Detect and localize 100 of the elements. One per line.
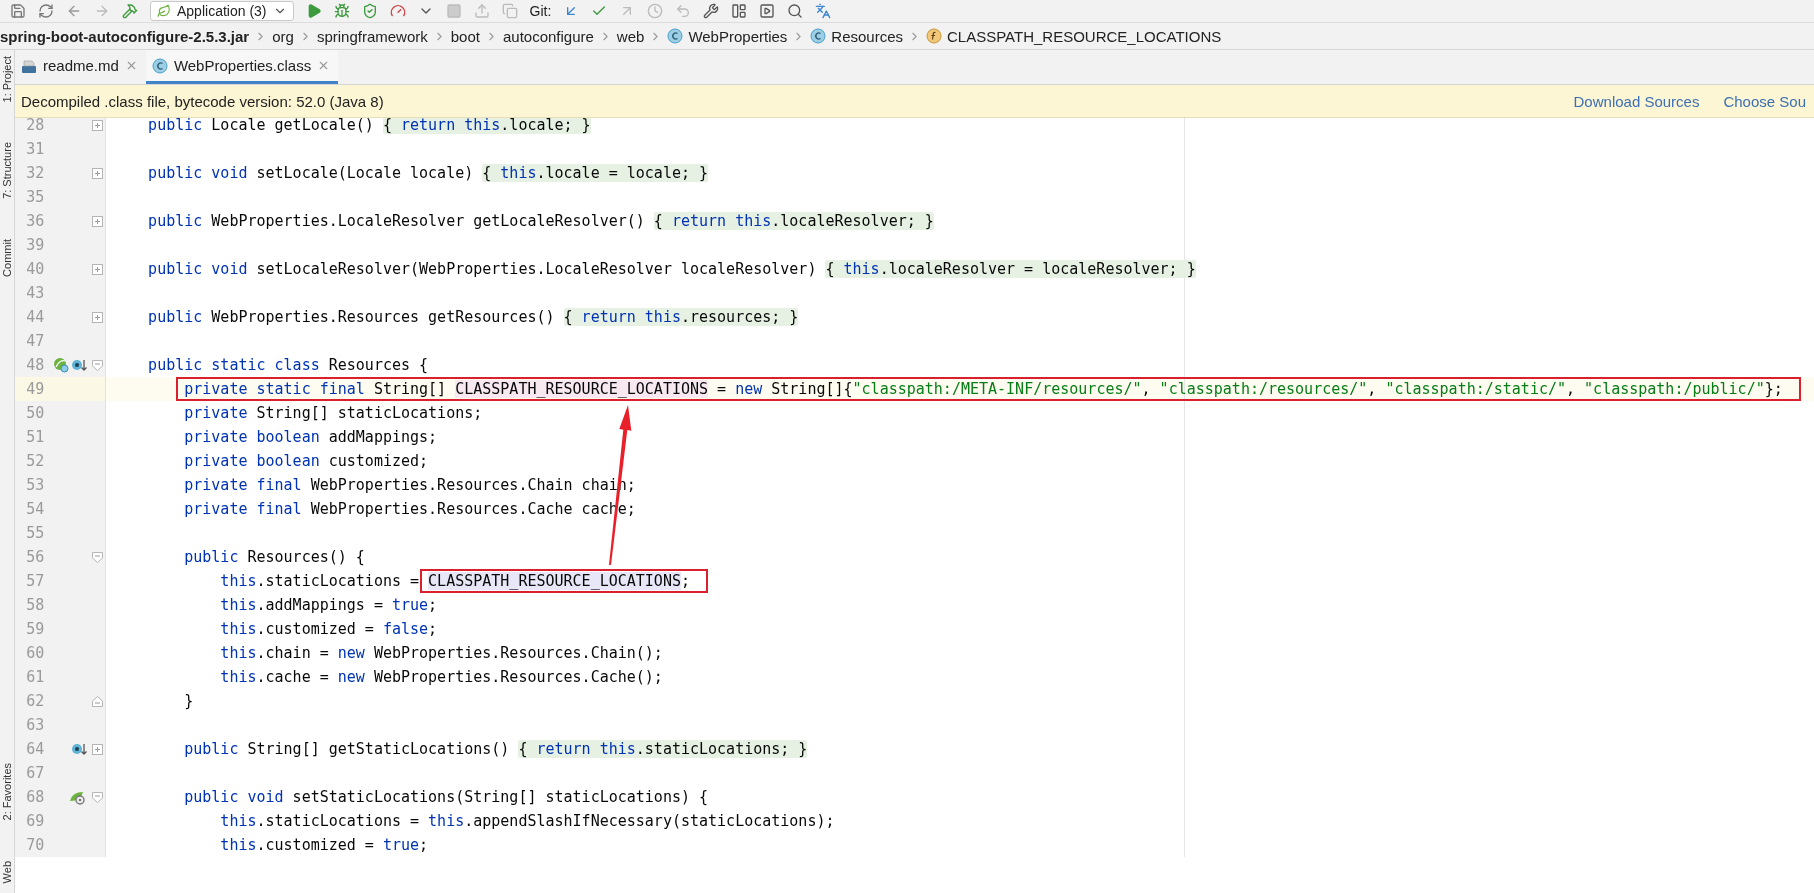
line-number: 68 — [25, 788, 45, 806]
tool-window-tab[interactable]: 7: Structure — [1, 142, 13, 200]
line-number: 48 — [25, 356, 45, 374]
history-icon[interactable] — [647, 3, 664, 19]
code-text: this.staticLocations = — [219, 572, 421, 590]
rollback-icon[interactable] — [675, 3, 692, 19]
code-text: public void setLocale(Locale locale) { this.locale = locale; } — [147, 164, 709, 182]
file-tab[interactable]: readme.md — [15, 50, 146, 84]
code-text: public static class Resources { — [147, 356, 429, 374]
code-text: this.chain = new WebProperties.Resources.Chain(); — [219, 644, 663, 662]
line-number: 43 — [25, 284, 45, 302]
line-number: 28 — [25, 116, 45, 134]
line-number: 52 — [25, 452, 45, 470]
run-configuration-dropdown[interactable]: Application (3) — [150, 1, 294, 21]
banner-link[interactable]: Download Sources — [1573, 92, 1700, 110]
line-number: 60 — [25, 644, 45, 662]
line-number: 40 — [25, 260, 45, 278]
line-number: 44 — [25, 308, 45, 326]
tool-window-tab[interactable]: 1: Project — [1, 56, 13, 103]
wrench-icon[interactable] — [703, 3, 720, 19]
back-arrow-icon[interactable] — [66, 3, 82, 19]
code-text: private boolean customized; — [183, 452, 429, 470]
code-text: public String[] getStaticLocations() { return this.staticLocations; } — [183, 740, 808, 758]
fold-end-icon[interactable] — [91, 695, 103, 707]
line-number: 56 — [25, 548, 45, 566]
expand-icon[interactable] — [91, 167, 103, 179]
hammer-icon[interactable] — [122, 3, 138, 19]
breadcrumb-item[interactable]: WebProperties — [667, 27, 788, 45]
line-number: 54 — [25, 500, 45, 518]
copy-icon[interactable] — [501, 3, 518, 19]
breadcrumb-item[interactable]: springframework — [316, 27, 428, 45]
line-number: 69 — [25, 812, 45, 830]
search-icon[interactable] — [787, 3, 804, 19]
expand-icon[interactable] — [91, 743, 103, 755]
line-number: 35 — [25, 188, 45, 206]
line-number: 39 — [25, 236, 45, 254]
save-icon[interactable] — [10, 3, 26, 19]
code-text: private boolean addMappings; — [183, 428, 438, 446]
line-number: 36 — [25, 212, 45, 230]
line-number: 58 — [25, 596, 45, 614]
code-text: private String[] staticLocations; — [183, 404, 483, 422]
translate-icon[interactable] — [815, 3, 832, 19]
stop-icon[interactable] — [445, 3, 462, 19]
override-icon[interactable] — [71, 357, 88, 373]
code-text: public WebProperties.Resources getResources() { return this.resources; } — [147, 308, 799, 326]
breadcrumb-item[interactable]: Resources — [810, 27, 904, 45]
collapse-icon[interactable] — [91, 551, 103, 563]
line-number: 32 — [25, 164, 45, 182]
git-label: Git: — [529, 3, 552, 19]
code-text: public void setStaticLocations(String[] staticLocations) { — [183, 788, 709, 806]
line-number: 64 — [25, 740, 45, 758]
layout-icon[interactable] — [731, 3, 748, 19]
collapse-icon[interactable] — [91, 359, 103, 371]
code-text: this.staticLocations = this.appendSlashIfNecessary(staticLocations); — [219, 812, 835, 830]
profiler-icon[interactable] — [389, 3, 406, 19]
tool-window-tab[interactable]: Web — [1, 860, 13, 883]
line-number: 67 — [25, 764, 45, 782]
breadcrumb-item[interactable]: boot — [450, 27, 480, 45]
breadcrumb-item[interactable]: web — [616, 27, 645, 45]
breadcrumb-item[interactable]: org — [272, 27, 294, 45]
line-number: 61 — [25, 668, 45, 686]
line-number: 70 — [25, 836, 45, 854]
line-number: 51 — [25, 428, 45, 446]
play-box-icon[interactable] — [759, 3, 776, 19]
line-number: 50 — [25, 404, 45, 422]
field-icon — [926, 28, 943, 44]
class-icon — [810, 28, 827, 44]
banner-message: Decompiled .class file, bytecode version: 52.0 (Java 8) — [21, 92, 385, 110]
collapse-icon[interactable] — [91, 791, 103, 803]
tool-window-tab[interactable]: Commit — [1, 239, 13, 278]
line-number: 62 — [25, 692, 45, 710]
banner-link[interactable]: Choose Sou — [1723, 92, 1806, 110]
line-number: 49 — [25, 380, 45, 398]
breadcrumb-item[interactable]: CLASSPATH_RESOURCE_LOCATIONS — [926, 27, 1222, 45]
expand-icon[interactable] — [91, 263, 103, 275]
refresh-icon[interactable] — [38, 3, 54, 19]
code-text: this.cache = new WebProperties.Resources.Cache(); — [219, 668, 663, 686]
code-text: this.customized = false; — [219, 620, 438, 638]
expand-icon[interactable] — [91, 119, 103, 131]
tool-window-tab[interactable]: 2: Favorites — [1, 763, 13, 821]
override-icon[interactable] — [71, 741, 88, 757]
breadcrumb-item[interactable]: spring-boot-autoconfigure-2.5.3.jar — [0, 27, 250, 45]
line-number: 31 — [25, 140, 45, 158]
code-text: public WebProperties.LocaleResolver getLocaleResolver() { return this.localeResolver; } — [147, 212, 934, 230]
expand-icon[interactable] — [91, 311, 103, 323]
class-icon — [151, 57, 168, 74]
forward-arrow-icon[interactable] — [94, 3, 110, 19]
code-text: public Resources() { — [183, 548, 365, 566]
code-text: this.addMappings = true; — [219, 596, 438, 614]
code-text: } — [183, 692, 194, 710]
line-number: 57 — [25, 572, 45, 590]
debug-icon[interactable] — [333, 3, 350, 19]
coverage-icon[interactable] — [361, 3, 378, 19]
file-tab[interactable]: WebProperties.class — [145, 50, 339, 84]
class-icon — [667, 28, 684, 44]
expand-icon[interactable] — [91, 215, 103, 227]
line-number: 63 — [25, 716, 45, 734]
spring-bean-icon[interactable] — [69, 789, 88, 805]
breadcrumb-item[interactable]: autoconfigure — [502, 27, 594, 45]
line-number: 47 — [25, 332, 45, 350]
